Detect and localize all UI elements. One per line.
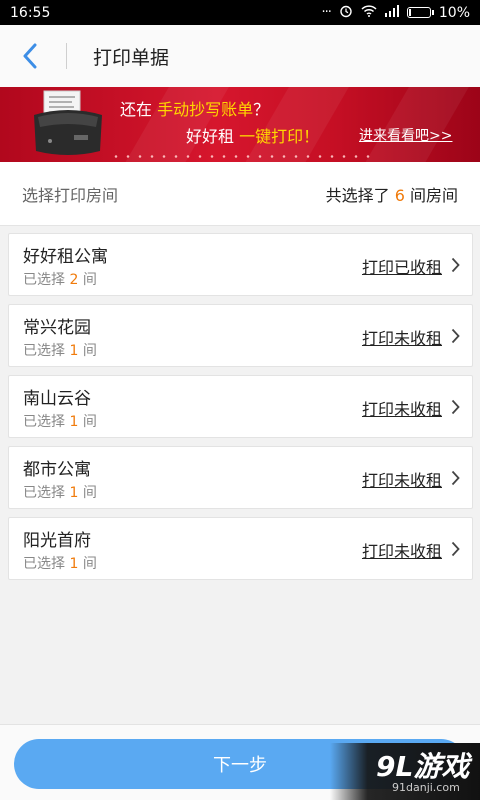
estate-row[interactable]: 南山云谷 已选择 1 间 打印未收租: [8, 375, 473, 438]
banner-subline-highlight: 一键打印！: [239, 127, 320, 146]
estate-selected: 已选择 1 间: [23, 411, 97, 431]
banner-headline-prefix: 还在: [120, 100, 153, 119]
signal-dots-icon: ···: [321, 5, 331, 20]
print-action-link[interactable]: 打印未收租: [362, 467, 442, 491]
watermark-site: 91danji.com: [392, 781, 460, 794]
selected-prefix: 已选择: [23, 414, 65, 430]
selected-count: 1: [69, 485, 79, 501]
status-time: 16:55: [10, 4, 51, 21]
promo-banner[interactable]: 还在 手动抄写账单？ 好好租 一键打印！ 进来看看吧>>: [0, 87, 480, 162]
selected-prefix: 已选择: [23, 272, 65, 288]
selected-suffix: 间: [82, 556, 97, 572]
count-value: 6: [394, 185, 405, 205]
watermark-logo: 9L游戏 91danji.com: [330, 743, 480, 800]
battery-icon: [406, 7, 434, 18]
estate-selected: 已选择 1 间: [23, 340, 97, 360]
selected-count: 2: [69, 272, 79, 288]
watermark-brand: 9L游戏: [376, 750, 470, 783]
selection-summary: 选择打印房间 共选择了 6 间房间: [0, 162, 480, 226]
banner-headline: 还在 手动抄写账单？: [120, 96, 269, 120]
wifi-icon: [361, 4, 377, 21]
count-prefix: 共选择了: [325, 185, 390, 205]
nav-divider: [66, 43, 67, 69]
estate-selected: 已选择 1 间: [23, 553, 97, 573]
estate-name: 南山云谷: [23, 389, 91, 409]
estate-row[interactable]: 阳光首府 已选择 1 间 打印未收租: [8, 517, 473, 580]
selected-prefix: 已选择: [23, 556, 65, 572]
navigation-bar: 打印单据: [0, 25, 480, 87]
back-button[interactable]: [0, 25, 60, 87]
selected-suffix: 间: [82, 343, 97, 359]
chevron-right-icon: [451, 541, 460, 557]
print-action-link[interactable]: 打印未收租: [362, 396, 442, 420]
alarm-icon: [339, 4, 353, 22]
selected-room-count: 共选择了 6 间房间: [326, 182, 458, 206]
status-bar: 16:55 ··· 10%: [0, 0, 480, 25]
selected-prefix: 已选择: [23, 343, 65, 359]
banner-decoration: [110, 155, 370, 158]
estate-selected: 已选择 2 间: [23, 269, 97, 289]
section-label: 选择打印房间: [22, 185, 119, 205]
selected-suffix: 间: [82, 272, 97, 288]
selected-count: 1: [69, 556, 79, 572]
estate-name: 好好租公寓: [23, 247, 108, 267]
selected-prefix: 已选择: [23, 485, 65, 501]
selected-suffix: 间: [82, 485, 97, 501]
cell-signal-icon: [384, 4, 399, 21]
chevron-right-icon: [451, 399, 460, 415]
estate-row[interactable]: 都市公寓 已选择 1 间 打印未收租: [8, 446, 473, 509]
banner-headline-suffix: ？: [253, 100, 270, 119]
chevron-right-icon: [451, 470, 460, 486]
chevron-right-icon: [451, 257, 460, 273]
banner-headline-highlight: 手动抄写账单: [157, 100, 254, 119]
estate-name: 阳光首府: [23, 531, 91, 551]
banner-subline: 好好租 一键打印！: [186, 123, 319, 147]
estate-row[interactable]: 好好租公寓 已选择 2 间 打印已收租: [8, 233, 473, 296]
print-action-link[interactable]: 打印未收租: [362, 538, 442, 562]
estate-name: 都市公寓: [23, 460, 91, 480]
print-action-link[interactable]: 打印未收租: [362, 325, 442, 349]
selected-suffix: 间: [82, 414, 97, 430]
selected-count: 1: [69, 414, 79, 430]
estate-row[interactable]: 常兴花园 已选择 1 间 打印未收租: [8, 304, 473, 367]
page-title: 打印单据: [93, 46, 170, 69]
banner-subline-prefix: 好好租: [186, 127, 235, 146]
receipt-printer-icon: [34, 90, 102, 155]
count-suffix: 间房间: [409, 185, 458, 205]
estate-selected: 已选择 1 间: [23, 482, 97, 502]
selected-count: 1: [69, 343, 79, 359]
battery-percent: 10%: [438, 4, 470, 21]
print-action-link[interactable]: 打印已收租: [362, 254, 442, 278]
chevron-right-icon: [451, 328, 460, 344]
status-icons: ··· 10%: [321, 4, 470, 22]
estate-name: 常兴花园: [23, 318, 91, 338]
chevron-left-icon: [23, 43, 37, 69]
banner-more-link[interactable]: 进来看看吧>>: [359, 125, 452, 145]
estate-list: 好好租公寓 已选择 2 间 打印已收租 常兴花园 已选择 1 间 打印未收租 南…: [8, 233, 473, 588]
